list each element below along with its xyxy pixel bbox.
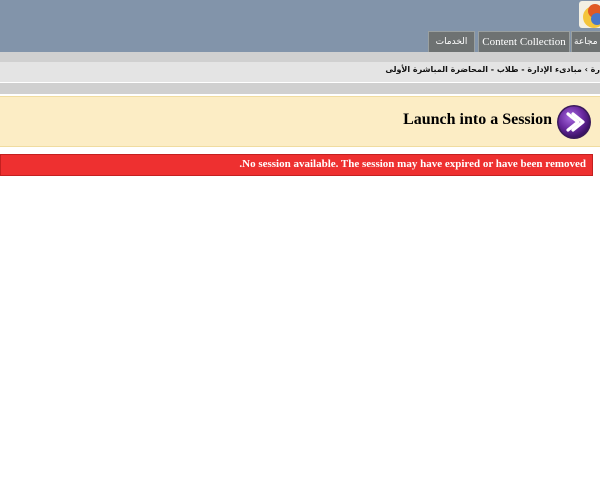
breadcrumb[interactable]: رة › مبادىء الإدارة - طلاب - المحاضرة ال…: [385, 65, 600, 74]
header-bar: الخدمات Content Collection مجاعة: [0, 0, 600, 52]
tab-services[interactable]: الخدمات: [428, 31, 475, 52]
error-banner: .No session available. The session may h…: [0, 154, 593, 176]
error-message: .No session available. The session may h…: [239, 158, 586, 170]
tab-community[interactable]: مجاعة: [571, 31, 600, 52]
tab-content-collection[interactable]: Content Collection: [478, 31, 570, 52]
divider-bar: [0, 83, 600, 94]
launch-panel: Launch into a Session: [0, 96, 600, 147]
page-title: Launch into a Session: [403, 111, 552, 128]
breadcrumb-row: رة › مبادىء الإدارة - طلاب - المحاضرة ال…: [0, 62, 600, 82]
app-logo-icon[interactable]: [579, 1, 600, 28]
arrow-right-circle-icon[interactable]: [556, 104, 592, 140]
tab-bar: الخدمات Content Collection مجاعة: [0, 31, 600, 52]
divider-bar: [0, 52, 600, 62]
